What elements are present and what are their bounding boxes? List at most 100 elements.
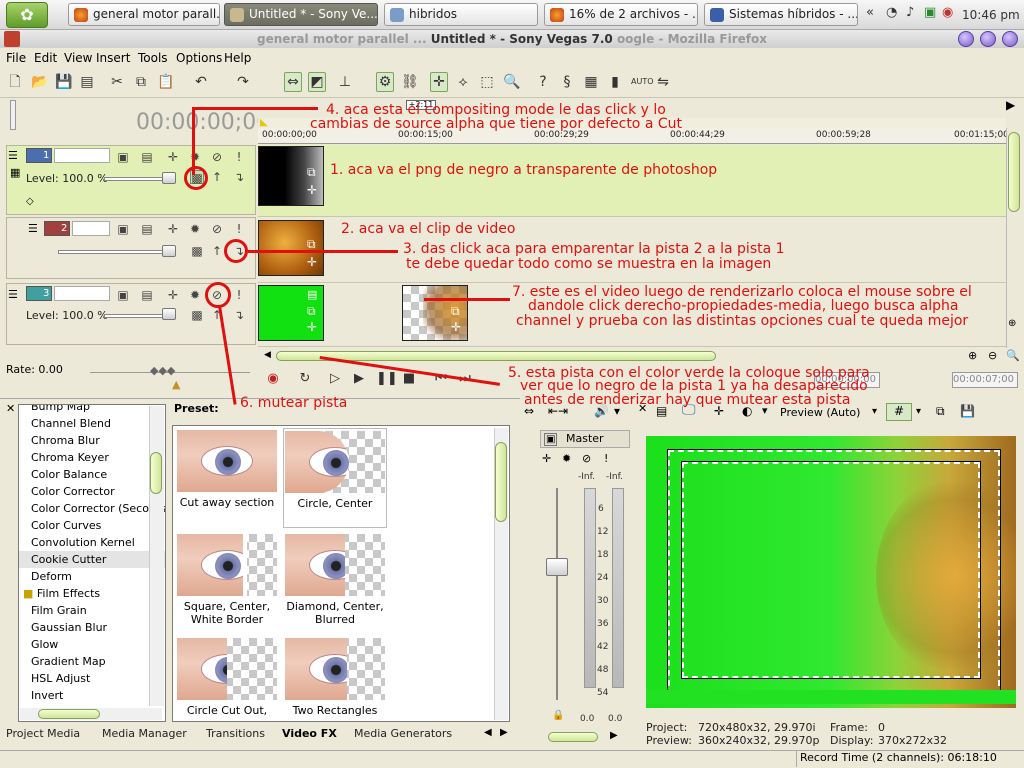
- fx-list-item-selected[interactable]: Cookie Cutter: [19, 551, 165, 568]
- event-fx-icon[interactable]: ✛: [307, 255, 317, 269]
- antivirus-icon[interactable]: ◉: [942, 5, 953, 20]
- mute-icon[interactable]: ⊘: [210, 222, 224, 236]
- redo-icon[interactable]: ↷: [234, 72, 252, 92]
- level-slider[interactable]: [104, 177, 170, 181]
- zoom-in-vertical-icon[interactable]: ⊕: [1008, 318, 1016, 329]
- new-icon[interactable]: 🗋: [6, 72, 24, 92]
- fx-list-hscrollbar-thumb[interactable]: [38, 709, 100, 719]
- fx-list-item[interactable]: Deform: [19, 568, 165, 585]
- clock[interactable]: 10:46 pm: [962, 8, 1020, 22]
- crop-icon[interactable]: ⧉: [451, 304, 460, 319]
- properties-icon[interactable]: ▤: [78, 72, 96, 92]
- solo-icon[interactable]: !: [232, 150, 246, 164]
- fx-list-item[interactable]: Invert: [19, 687, 165, 704]
- network-icon[interactable]: ▣: [924, 5, 936, 20]
- composite-mode-button-icon[interactable]: ▩: [190, 308, 204, 322]
- zoom-tool-icon[interactable]: 🔍: [1006, 349, 1020, 362]
- track-name-field[interactable]: [54, 148, 110, 163]
- menu-tools[interactable]: Tools: [138, 51, 168, 65]
- copy-icon[interactable]: ⧉: [132, 72, 150, 92]
- tab-scroll-left-icon[interactable]: ◀: [484, 727, 492, 738]
- crop-icon[interactable]: ⧉: [307, 165, 316, 180]
- track-collapse-icon[interactable]: ☰: [28, 222, 38, 235]
- taskbar-item-word[interactable]: Sistemas híbridos - ...: [704, 3, 858, 26]
- fx-list-item[interactable]: Gaussian Blur: [19, 619, 165, 636]
- parent-composite-icon[interactable]: ▤: [140, 222, 154, 236]
- expand-icon[interactable]: ◇: [26, 196, 34, 207]
- overlays-dropdown-icon[interactable]: ▾: [916, 406, 921, 417]
- fx-list-item[interactable]: ■ Film Effects: [19, 585, 165, 602]
- green-color-clip[interactable]: ▤ ⧉ ✛: [258, 285, 324, 341]
- zoom-tool-icon[interactable]: 🔍: [502, 72, 520, 92]
- lock-envelopes-icon[interactable]: ⛓: [400, 72, 419, 92]
- make-compositing-parent-icon[interactable]: ↑: [210, 244, 224, 258]
- track-fx-icon[interactable]: ✹: [188, 288, 202, 302]
- pause-icon[interactable]: ❚❚: [376, 370, 398, 388]
- preset-square-center-white-border[interactable]: Square, Center, White Border: [175, 532, 279, 632]
- volume-icon[interactable]: ♪: [906, 5, 914, 20]
- close-panel-icon[interactable]: ✕: [6, 402, 15, 415]
- preview-screen[interactable]: [646, 436, 1016, 708]
- help-pointer-icon[interactable]: ?: [534, 72, 552, 92]
- undo-icon[interactable]: ↶: [192, 72, 210, 92]
- track-name-field[interactable]: [72, 221, 110, 236]
- crop-icon[interactable]: ⧉: [307, 304, 316, 319]
- auto-crossfade-icon[interactable]: ✛: [430, 72, 448, 92]
- fx-list-item[interactable]: Chroma Blur: [19, 432, 165, 449]
- fx-list-item[interactable]: Gradient Map: [19, 653, 165, 670]
- preset-diamond-center-blurred[interactable]: Diamond, Center, Blurred: [283, 532, 387, 632]
- track-lane-1[interactable]: [258, 145, 1006, 217]
- selection-tool-icon[interactable]: ⬚: [478, 72, 496, 92]
- lock-icon[interactable]: 🔒: [552, 710, 564, 721]
- menu-insert[interactable]: Insert: [96, 51, 130, 65]
- fx-list-item[interactable]: Color Curves: [19, 517, 165, 534]
- mute-icon[interactable]: ⊘: [210, 150, 224, 164]
- marker-icon[interactable]: ▮: [606, 72, 624, 92]
- selection-end-timecode[interactable]: 00:00:07;00: [952, 372, 1018, 388]
- zoom-in-icon[interactable]: ⊕: [968, 349, 977, 362]
- fx-list-item[interactable]: Color Corrector: [19, 483, 165, 500]
- fx-list-item[interactable]: Bump Map: [19, 405, 165, 415]
- solo-icon[interactable]: !: [604, 452, 608, 465]
- level-slider[interactable]: [104, 314, 170, 318]
- fx-list-item[interactable]: Channel Blend: [19, 415, 165, 432]
- level-slider[interactable]: [58, 250, 170, 254]
- make-compositing-child-icon[interactable]: ↴: [232, 170, 246, 184]
- level-slider-thumb[interactable]: [162, 172, 176, 184]
- bus-fx-icon[interactable]: ✛: [542, 452, 551, 465]
- preset-scrollbar-thumb[interactable]: [495, 442, 507, 522]
- tab-media-manager[interactable]: Media Manager: [102, 727, 187, 740]
- zoom-out-icon[interactable]: ⊖: [988, 349, 997, 362]
- taskbar-item-firefox[interactable]: general motor parall...: [68, 3, 220, 26]
- mixer-hscrollbar-thumb[interactable]: [548, 732, 598, 742]
- preset-cut-away-section[interactable]: Cut away section: [175, 428, 279, 528]
- cut-icon[interactable]: ✂: [108, 72, 126, 92]
- ignore-grouping-icon[interactable]: ⟡: [454, 72, 472, 92]
- menu-view[interactable]: View: [64, 51, 92, 65]
- record-icon[interactable]: ◉: [264, 370, 282, 388]
- paste-icon[interactable]: 📋: [156, 72, 174, 92]
- level-slider-thumb[interactable]: [162, 245, 176, 257]
- tab-project-media[interactable]: Project Media: [6, 727, 80, 740]
- auto-ripple-icon[interactable]: ⚙: [376, 72, 394, 92]
- fx-list-scrollbar[interactable]: [149, 406, 164, 706]
- taskbar-item-sony-vegas[interactable]: Untitled * - Sony Ve...: [224, 3, 378, 26]
- rendered-video-clip[interactable]: ⧉ ✛: [402, 285, 468, 341]
- png-clip[interactable]: ⧉ ✛: [258, 146, 324, 206]
- snapping-icon[interactable]: ⊥: [336, 72, 354, 92]
- compositing-mode-icon[interactable]: ✛: [166, 222, 180, 236]
- generated-media-icon[interactable]: ▤: [307, 288, 317, 301]
- copy-snapshot-icon[interactable]: ⧉: [936, 404, 945, 419]
- play-icon[interactable]: ▶: [350, 370, 368, 388]
- fx-list-item[interactable]: Film Grain: [19, 602, 165, 619]
- tab-scroll-right-icon[interactable]: ▶: [500, 727, 508, 738]
- fx-list-item[interactable]: Convolution Kernel: [19, 534, 165, 551]
- track-motion-icon[interactable]: ▣: [116, 222, 130, 236]
- vertical-scrollbar-thumb[interactable]: [1008, 132, 1020, 212]
- media-fx-icon[interactable]: ▦: [582, 72, 600, 92]
- parent-composite-icon[interactable]: ▤: [140, 288, 154, 302]
- rate-slider-thumb-icon[interactable]: ◆◆◆: [150, 364, 175, 377]
- composite-mode-button-icon[interactable]: ▩: [190, 244, 204, 258]
- save-snapshot-icon[interactable]: 💾: [960, 404, 975, 418]
- master-fader-track[interactable]: [556, 488, 558, 700]
